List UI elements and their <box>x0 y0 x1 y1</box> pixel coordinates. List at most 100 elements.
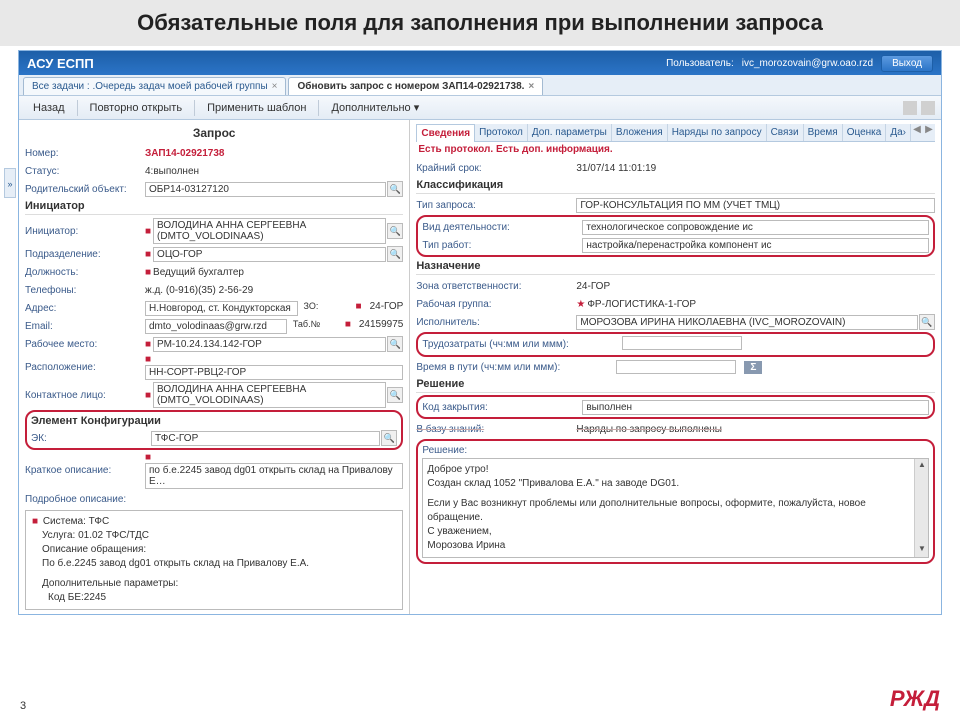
sigma-button[interactable]: Σ <box>744 361 762 374</box>
assignment-header: Назначение <box>416 258 935 275</box>
full-desc-box: ■ Система: ТФС Услуга: 01.02 ТФС/ТДС Опи… <box>25 510 403 610</box>
exec-label: Исполнитель: <box>416 317 576 328</box>
solution-textarea[interactable]: Доброе утро! Создан склад 1052 "Привалов… <box>422 458 929 558</box>
position-label: Должность: <box>25 267 145 278</box>
contact-input[interactable]: ВОЛОДИНА АННА СЕРГЕЕВНА (DMTO_VOLODINAAS… <box>153 382 386 408</box>
rtab-time[interactable]: Время <box>804 124 843 141</box>
solution-header: Решение <box>416 376 935 393</box>
zo-label: ЗО: <box>304 301 350 316</box>
full-desc-label: Подробное описание: <box>25 494 145 505</box>
rtype-input[interactable]: ГОР-КОНСУЛЬТАЦИЯ ПО ММ (УЧЕТ ТМЦ) <box>576 198 935 213</box>
zone-value: 24-ГОР <box>576 281 935 292</box>
status-label: Статус: <box>25 166 145 177</box>
right-tabs: Сведения Протокол Доп. параметры Вложени… <box>416 124 935 142</box>
rtab-protocol[interactable]: Протокол <box>475 124 528 141</box>
scrollbar[interactable]: ▲▼ <box>914 459 928 557</box>
solution-label: Решение: <box>422 445 929 456</box>
rtab-links[interactable]: Связи <box>767 124 804 141</box>
template-button[interactable]: Применить шаблон <box>199 100 314 116</box>
tab-queue[interactable]: Все задачи : .Очередь задач моей рабочей… <box>23 77 286 95</box>
search-icon[interactable]: 🔍 <box>381 430 397 446</box>
email-label: Email: <box>25 321 145 332</box>
short-desc-input[interactable]: по б.е.2245 завод dg01 открыть склад на … <box>145 463 403 489</box>
phone-label: Телефоны: <box>25 285 145 296</box>
parent-input[interactable]: ОБР14-03127120 <box>145 182 386 197</box>
initiator-header: Инициатор <box>25 198 403 215</box>
search-icon[interactable]: 🔍 <box>387 181 403 197</box>
address-input[interactable]: Н.Новгород, ст. Кондукторская <box>145 301 298 316</box>
user-name: ivc_morozovain@grw.oao.rzd <box>742 58 873 69</box>
deadline-value: 31/07/14 11:01:19 <box>576 163 935 174</box>
search-icon[interactable]: 🔍 <box>387 387 403 403</box>
close-input[interactable]: выполнен <box>582 400 929 415</box>
rtab-params[interactable]: Доп. параметры <box>528 124 612 141</box>
app-title: АСУ ЕСПП <box>27 56 94 71</box>
location-input[interactable]: НН-СОРТ-РВЦ2-ГОР <box>145 365 403 380</box>
contact-label: Контактное лицо: <box>25 390 145 401</box>
labor-input[interactable] <box>622 336 742 350</box>
left-panel: Запрос Номер:ЗАП14-02921738 Статус:4:вып… <box>19 120 410 614</box>
rtab-details[interactable]: Сведения <box>416 124 475 142</box>
classification-header: Классификация <box>416 177 935 194</box>
search-icon[interactable]: 🔍 <box>387 246 403 262</box>
status-value: 4:выполнен <box>145 166 403 177</box>
print-icon[interactable] <box>921 101 935 115</box>
search-icon[interactable]: 🔍 <box>387 223 403 239</box>
rzd-logo: РЖД <box>890 686 940 712</box>
exec-input[interactable]: МОРОЗОВА ИРИНА НИКОЛАЕВНА (IVC_MOROZOVAI… <box>576 315 918 330</box>
app-frame: АСУ ЕСПП Пользователь: ivc_morozovain@gr… <box>18 50 942 615</box>
exit-button[interactable]: Выход <box>881 55 933 72</box>
kb-value: Наряды по запросу выполнены <box>576 424 935 435</box>
ek-input[interactable]: ТФС-ГОР <box>151 431 380 446</box>
dept-label: Подразделение: <box>25 249 145 260</box>
user-prefix: Пользователь: <box>666 58 734 69</box>
config-header: Элемент Конфигурации <box>31 413 397 429</box>
rtab-score[interactable]: Оценка <box>843 124 887 141</box>
deadline-label: Крайний срок: <box>416 163 576 174</box>
notice-text: Есть протокол. Есть доп. информация. <box>416 142 935 159</box>
kb-label: В базу знаний: <box>416 424 576 435</box>
ek-label: ЭК: <box>31 433 151 444</box>
scroll-left-icon[interactable]: ◀ <box>911 124 923 141</box>
rtab-orders[interactable]: Наряды по запросу <box>668 124 767 141</box>
close-label: Код закрытия: <box>422 402 582 413</box>
zone-label: Зона ответственности: <box>416 281 576 292</box>
position-value: Ведущий бухгалтер <box>153 267 244 278</box>
location-label: Расположение: <box>25 362 145 373</box>
main-tabs: Все задачи : .Очередь задач моей рабочей… <box>19 75 941 96</box>
close-icon[interactable]: × <box>272 81 278 92</box>
rtab-more[interactable]: Да› <box>886 124 911 141</box>
more-button[interactable]: Дополнительно ▾ <box>323 99 427 116</box>
search-icon[interactable]: 🔍 <box>387 336 403 352</box>
email-input[interactable]: dmto_volodinaas@grw.rzd <box>145 319 287 334</box>
sidebar-expander[interactable]: » <box>4 168 16 198</box>
address-label: Адрес: <box>25 303 145 314</box>
search-icon[interactable]: 🔍 <box>919 314 935 330</box>
short-desc-label: Краткое описание: <box>25 465 145 476</box>
activity-label: Вид деятельности: <box>422 222 582 233</box>
initiator-label: Инициатор: <box>25 226 145 237</box>
workplace-input[interactable]: РМ-10.24.134.142-ГОР <box>153 337 386 352</box>
group-label: Рабочая группа: <box>416 299 576 310</box>
tab-request[interactable]: Обновить запрос с номером ЗАП14-02921738… <box>288 77 543 95</box>
worktype-label: Тип работ: <box>422 240 582 251</box>
group-value: ФР-ЛОГИСТИКА-1-ГОР <box>587 299 696 310</box>
travel-label: Время в пути (чч:мм или ммм): <box>416 362 616 373</box>
scroll-right-icon[interactable]: ▶ <box>923 124 935 141</box>
dept-input[interactable]: ОЦО-ГОР <box>153 247 386 262</box>
back-button[interactable]: Назад <box>25 100 73 116</box>
initiator-input[interactable]: ВОЛОДИНА АННА СЕРГЕЕВНА (DMTO_VOLODINAAS… <box>153 218 386 244</box>
rtab-attach[interactable]: Вложения <box>612 124 668 141</box>
save-icon[interactable] <box>903 101 917 115</box>
parent-label: Родительский объект: <box>25 184 145 195</box>
reopen-button[interactable]: Повторно открыть <box>82 100 191 116</box>
close-icon[interactable]: × <box>528 81 534 92</box>
travel-input[interactable] <box>616 360 736 374</box>
workplace-label: Рабочее место: <box>25 339 145 350</box>
request-header: Запрос <box>25 124 403 144</box>
slide-number: 3 <box>20 700 26 712</box>
right-panel: Сведения Протокол Доп. параметры Вложени… <box>410 120 941 614</box>
activity-input[interactable]: технологическое сопровождение ис <box>582 220 929 235</box>
worktype-input[interactable]: настройка/перенастройка компонент ис <box>582 238 929 253</box>
zo-value: 24-ГОР <box>370 301 404 316</box>
